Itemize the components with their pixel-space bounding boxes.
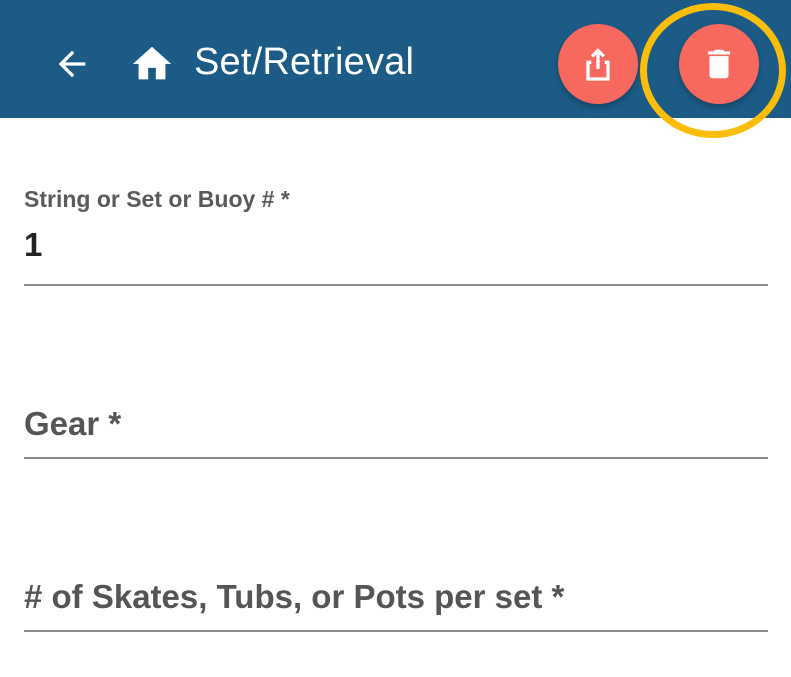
back-button[interactable] <box>50 42 94 86</box>
arrow-left-icon <box>58 50 86 78</box>
gear-field[interactable]: Gear * <box>24 390 768 459</box>
page-title: Set/Retrieval <box>194 41 415 83</box>
gear-label: Gear * <box>24 405 122 442</box>
delete-button[interactable] <box>679 24 759 104</box>
app-bar: Set/Retrieval <box>0 0 791 118</box>
string-set-buoy-field[interactable]: String or Set or Buoy # * 1 <box>24 180 768 286</box>
string-set-buoy-label: String or Set or Buoy # * <box>24 186 290 212</box>
trash-icon <box>707 49 731 79</box>
home-icon <box>132 46 172 80</box>
skates-tubs-pots-label: # of Skates, Tubs, or Pots per set * <box>24 578 565 615</box>
home-button[interactable] <box>128 40 176 88</box>
string-set-buoy-value[interactable]: 1 <box>24 226 42 264</box>
share-button[interactable] <box>558 24 638 104</box>
share-icon <box>586 48 610 81</box>
skates-tubs-pots-field[interactable]: # of Skates, Tubs, or Pots per set * <box>24 565 768 632</box>
